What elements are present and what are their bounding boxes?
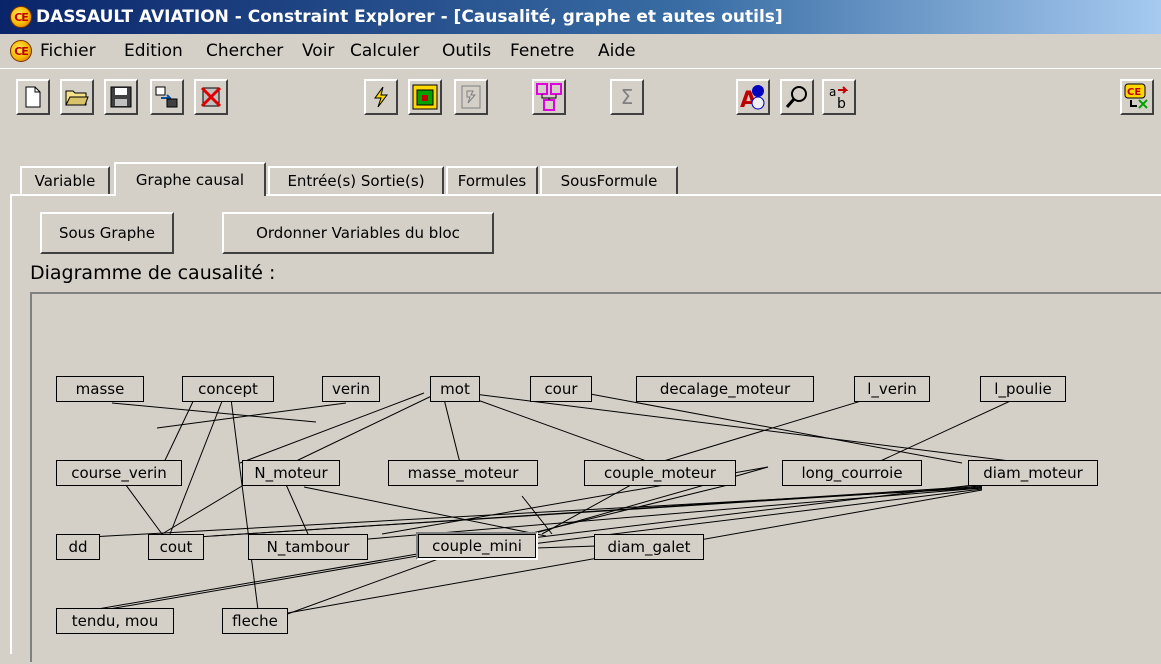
lightning-icon [374,86,388,108]
edge-line [281,553,453,617]
menu-bar: CE Fichier Edition Chercher Voir Calcule… [0,34,1161,68]
node-l-poulie[interactable]: l_poulie [980,376,1066,402]
sort-icon [461,85,481,109]
search-button[interactable] [780,79,814,115]
graph-tree-button[interactable] [532,79,566,115]
new-file-button[interactable] [16,79,50,115]
title-bar: CE DASSAULT AVIATION - Constraint Explor… [0,0,1161,34]
node-n-moteur[interactable]: N_moteur [242,460,340,486]
edge-line [111,402,317,423]
svg-text:CE: CE [1127,87,1141,98]
tab-entree-sortie[interactable]: Entrée(s) Sortie(s) [268,166,444,194]
node-diam-galet[interactable]: diam_galet [594,534,704,560]
node-fleche[interactable]: fleche [222,608,288,634]
menu-voir[interactable]: Voir [302,41,334,61]
edge-line [161,479,253,535]
svg-text:b: b [837,96,846,110]
node-tendu-mou[interactable]: tendu, mou [56,608,174,634]
node-mot[interactable]: mot [430,376,480,402]
doc-logo-icon[interactable]: CE [10,40,32,62]
node-masse[interactable]: masse [56,376,144,402]
node-concept[interactable]: concept [182,376,274,402]
menu-fichier[interactable]: Fichier [40,41,96,61]
menu-calculer[interactable]: Calculer [350,41,419,61]
spellcheck-button[interactable]: A [736,79,770,115]
menu-edition[interactable]: Edition [124,41,183,61]
node-masse-moteur[interactable]: masse_moteur [388,460,538,486]
menu-fenetre[interactable]: Fenetre [510,41,574,61]
search-magnifier-icon [785,86,807,108]
causal-diagram-canvas[interactable]: masse concept verin mot cour decalage_mo… [30,292,1161,662]
node-n-tambour[interactable]: N_tambour [248,534,368,560]
ce-exit-button[interactable]: CE [1120,79,1154,115]
node-dd[interactable]: dd [56,534,100,560]
delete-button[interactable] [194,79,228,115]
sigma-button[interactable]: Σ [610,79,644,115]
export-icon [155,86,178,108]
tab-strip: Variable Graphe causal Entrée(s) Sortie(… [0,154,1161,196]
open-folder-button[interactable] [60,79,94,115]
tab-formules[interactable]: Formules [446,166,538,194]
app-logo-icon[interactable]: CE [10,6,32,28]
open-folder-icon [65,90,89,106]
node-decalage-moteur[interactable]: decalage_moteur [636,376,814,402]
svg-text:a: a [829,85,836,99]
node-course-verin[interactable]: course_verin [56,460,182,486]
edge-line [211,486,983,537]
edge-line [239,392,425,464]
sigma-icon: Σ [620,85,634,109]
edge-line [535,545,598,549]
ordonner-variables-button[interactable]: Ordonner Variables du bloc [222,212,494,254]
window-title: DASSAULT AVIATION - Constraint Explorer … [36,7,783,27]
save-disk-icon [110,86,132,108]
edge-line [229,390,259,611]
sort-button[interactable] [454,79,488,115]
ce-exit-icon: CE [1124,83,1148,109]
stop-green-icon [412,84,438,110]
node-diam-moteur[interactable]: diam_moteur [968,460,1098,486]
save-button[interactable] [104,79,138,115]
menu-outils[interactable]: Outils [442,41,491,61]
node-verin[interactable]: verin [322,376,380,402]
tab-variable[interactable]: Variable [20,166,110,194]
new-file-icon [25,86,41,108]
edge-line [156,402,347,429]
diagram-label: Diagramme de causalité : [30,262,276,284]
node-long-courroie[interactable]: long_courroie [782,460,922,486]
lightning-button[interactable] [364,79,398,115]
export-button[interactable] [150,79,184,115]
node-couple-mini[interactable]: couple_mini [416,532,538,560]
delete-red-x-icon [200,86,222,108]
replace-ab-icon: ab [829,85,849,110]
tab-sousformule[interactable]: SousFormule [540,166,678,194]
graph-tree-icon [536,83,562,111]
edge-line [471,397,653,464]
node-cout[interactable]: cout [148,534,204,560]
sous-graphe-button[interactable]: Sous Graphe [40,212,174,254]
node-l-verin[interactable]: l_verin [854,376,930,402]
toolbar: Σ A ab CE [0,68,1161,155]
menu-aide[interactable]: Aide [598,41,636,61]
tab-graphe-causal[interactable]: Graphe causal [114,162,266,196]
node-cour[interactable]: cour [530,376,592,402]
stop-button[interactable] [408,79,442,115]
replace-button[interactable]: ab [822,79,856,115]
menu-chercher[interactable]: Chercher [206,41,283,61]
spellcheck-icon: A [740,85,765,111]
node-couple-moteur[interactable]: couple_moteur [584,460,736,486]
